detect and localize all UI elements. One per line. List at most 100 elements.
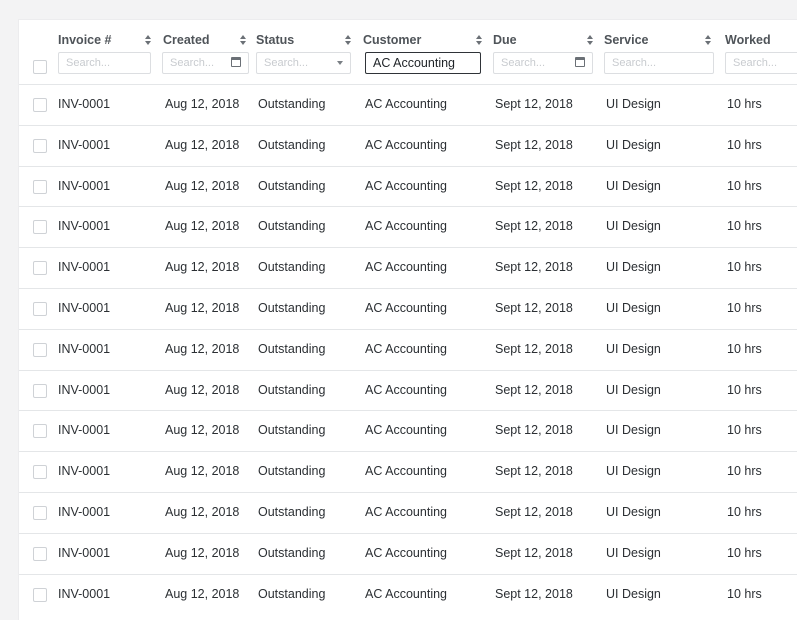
column-header-due[interactable]: Due — [493, 32, 594, 48]
table-row[interactable]: INV-0001 Aug 12, 2018 Outstanding AC Accoun… — [19, 165, 797, 207]
status-cell: Outstanding — [258, 137, 326, 152]
status-cell: Outstanding — [258, 423, 326, 438]
due-cell: Sept 12, 2018 — [495, 97, 573, 111]
invoice-filter-input[interactable] — [58, 52, 151, 74]
row-checkbox[interactable] — [33, 261, 47, 276]
sort-icon[interactable] — [475, 33, 483, 47]
select-all-checkbox[interactable] — [33, 60, 47, 74]
customer-cell: AC Accounting — [365, 219, 447, 234]
sort-icon[interactable] — [704, 33, 712, 47]
sort-icon[interactable] — [344, 33, 352, 47]
service-cell: UI Design — [606, 219, 661, 234]
table-row[interactable]: INV-0001 Aug 12, 2018 Outstanding AC Accoun… — [19, 410, 797, 451]
customer-cell: AC Accounting — [365, 97, 447, 111]
row-checkbox[interactable] — [33, 301, 47, 316]
customer-cell: AC Accounting — [365, 178, 447, 193]
created-cell: Aug 12, 2018 — [165, 464, 240, 479]
status-cell: Outstanding — [258, 97, 326, 111]
table-row[interactable]: INV-0001 Aug 12, 2018 Outstanding AC Accoun… — [19, 369, 797, 411]
column-header-invoice[interactable]: Invoice # — [58, 32, 152, 48]
due-cell: Sept 12, 2018 — [495, 178, 573, 193]
due-cell: Sept 12, 2018 — [495, 423, 573, 438]
service-cell: UI Design — [606, 178, 661, 193]
table-row[interactable]: INV-0001 Aug 12, 2018 Outstanding AC Accoun… — [19, 206, 797, 247]
worked-cell: 10 hrs — [727, 423, 762, 438]
status-cell: Outstanding — [258, 464, 326, 479]
due-cell: Sept 12, 2018 — [495, 382, 573, 397]
customer-cell: AC Accounting — [365, 341, 447, 356]
created-cell: Aug 12, 2018 — [165, 382, 240, 397]
invoice-cell: INV-0001 — [58, 219, 111, 234]
chevron-down-icon[interactable] — [337, 61, 343, 65]
column-header-customer[interactable]: Customer — [363, 32, 483, 48]
column-header-worked[interactable]: Worked — [725, 32, 795, 48]
worked-cell: 10 hrs — [727, 219, 762, 234]
calendar-icon[interactable] — [575, 57, 585, 67]
created-cell: Aug 12, 2018 — [165, 219, 240, 234]
calendar-icon[interactable] — [231, 57, 241, 67]
row-checkbox[interactable] — [33, 546, 47, 561]
worked-cell: 10 hrs — [727, 464, 762, 479]
worked-filter-input[interactable] — [725, 52, 797, 74]
row-checkbox[interactable] — [33, 383, 47, 398]
invoice-cell: INV-0001 — [58, 178, 111, 193]
status-cell: Outstanding — [258, 504, 326, 519]
table-row[interactable]: INV-0001 Aug 12, 2018 Outstanding AC Accoun… — [19, 491, 797, 533]
created-cell: Aug 12, 2018 — [165, 260, 240, 275]
status-cell: Outstanding — [258, 341, 326, 356]
worked-cell: 10 hrs — [727, 97, 762, 111]
row-checkbox[interactable] — [33, 505, 47, 520]
table-row[interactable]: INV-0001 Aug 12, 2018 Outstanding AC Accoun… — [19, 247, 797, 288]
column-header-service[interactable]: Service — [604, 32, 712, 48]
created-cell: Aug 12, 2018 — [165, 504, 240, 519]
invoice-cell: INV-0001 — [58, 260, 111, 275]
column-header-created[interactable]: Created — [163, 32, 247, 48]
sort-icon[interactable] — [144, 33, 152, 47]
worked-cell: 10 hrs — [727, 300, 762, 315]
created-cell: Aug 12, 2018 — [165, 341, 240, 356]
sort-icon[interactable] — [239, 33, 247, 47]
customer-cell: AC Accounting — [365, 260, 447, 275]
row-checkbox[interactable] — [33, 98, 47, 112]
worked-cell: 10 hrs — [727, 504, 762, 519]
column-header-label: Status — [256, 33, 295, 47]
column-header-label: Created — [163, 33, 210, 47]
status-cell: Outstanding — [258, 545, 326, 560]
invoice-cell: INV-0001 — [58, 464, 111, 479]
table-row[interactable]: INV-0001 Aug 12, 2018 Outstanding AC Accoun… — [19, 532, 797, 574]
row-checkbox[interactable] — [33, 424, 47, 439]
invoice-cell: INV-0001 — [58, 341, 111, 356]
column-header-label: Due — [493, 33, 517, 47]
table-row[interactable]: INV-0001 Aug 12, 2018 Outstanding AC Accoun… — [19, 328, 797, 370]
status-cell: Outstanding — [258, 382, 326, 397]
service-cell: UI Design — [606, 586, 661, 601]
row-checkbox[interactable] — [33, 179, 47, 194]
row-checkbox[interactable] — [33, 220, 47, 235]
column-header-label: Invoice # — [58, 33, 112, 47]
worked-cell: 10 hrs — [727, 382, 762, 397]
service-cell: UI Design — [606, 97, 661, 111]
customer-cell: AC Accounting — [365, 586, 447, 601]
service-filter-input[interactable] — [604, 52, 714, 74]
due-cell: Sept 12, 2018 — [495, 300, 573, 315]
sort-icon[interactable] — [586, 33, 594, 47]
row-checkbox[interactable] — [33, 138, 47, 153]
status-cell: Outstanding — [258, 178, 326, 193]
customer-cell: AC Accounting — [365, 300, 447, 315]
table-row[interactable]: INV-0001 Aug 12, 2018 Outstanding AC Accoun… — [19, 451, 797, 492]
table-row[interactable]: INV-0001 Aug 12, 2018 Outstanding AC Accoun… — [19, 287, 797, 329]
due-cell: Sept 12, 2018 — [495, 137, 573, 152]
service-cell: UI Design — [606, 382, 661, 397]
row-checkbox[interactable] — [33, 587, 47, 602]
table-row[interactable]: INV-0001 Aug 12, 2018 Outstanding AC Accoun… — [19, 573, 797, 615]
table-row[interactable]: INV-0001 Aug 12, 2018 Outstanding AC Accoun… — [19, 84, 797, 125]
row-checkbox[interactable] — [33, 465, 47, 480]
invoice-cell: INV-0001 — [58, 300, 111, 315]
worked-cell: 10 hrs — [727, 260, 762, 275]
worked-cell: 10 hrs — [727, 586, 762, 601]
customer-filter-input[interactable] — [365, 52, 481, 74]
status-cell: Outstanding — [258, 219, 326, 234]
table-row[interactable]: INV-0001 Aug 12, 2018 Outstanding AC Accoun… — [19, 124, 797, 166]
row-checkbox[interactable] — [33, 342, 47, 357]
column-header-status[interactable]: Status — [256, 32, 352, 48]
